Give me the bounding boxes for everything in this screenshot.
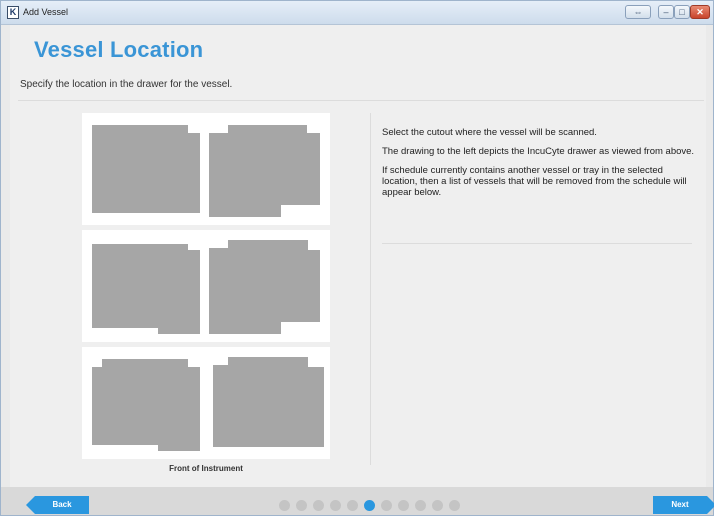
back-button[interactable]: Back <box>26 496 89 514</box>
divider <box>18 100 704 101</box>
cutout-2-left[interactable] <box>92 244 200 334</box>
close-icon[interactable]: ✕ <box>690 5 710 19</box>
next-button[interactable]: Next <box>653 496 714 514</box>
drawer-row-3 <box>82 347 330 459</box>
wizard-content: Vessel Location Specify the location in … <box>10 25 706 487</box>
step-dot-3 <box>313 500 324 511</box>
step-dot-10 <box>432 500 443 511</box>
restore-icon[interactable]: ⇔ <box>625 5 651 19</box>
step-dot-4 <box>330 500 341 511</box>
front-of-instrument-label: Front of Instrument <box>169 464 243 473</box>
maximize-icon[interactable]: □ <box>674 5 690 19</box>
cutout-3-left[interactable] <box>92 359 200 451</box>
page-title: Vessel Location <box>34 37 204 62</box>
instructions-panel: Select the cutout where the vessel will … <box>382 127 700 206</box>
window-title: Add Vessel <box>23 7 69 17</box>
divider <box>382 243 692 244</box>
step-dot-6 <box>364 500 375 511</box>
instruction-schedule: If schedule currently contains another v… <box>382 165 687 198</box>
drawer-row-2 <box>82 230 330 342</box>
step-dot-5 <box>347 500 358 511</box>
step-dot-9 <box>415 500 426 511</box>
drawer-row-1 <box>82 113 330 225</box>
app-icon: K <box>7 6 19 19</box>
instruction-select: Select the cutout where the vessel will … <box>382 127 597 138</box>
step-indicator <box>279 500 460 511</box>
instruction-drawing: The drawing to the left depicts the Incu… <box>382 146 695 157</box>
vertical-divider <box>370 113 371 465</box>
add-vessel-window: K Add Vessel ⇔ – □ ✕ Vessel Location Spe… <box>0 0 714 516</box>
title-bar: K Add Vessel ⇔ – □ ✕ <box>1 1 713 25</box>
step-dot-2 <box>296 500 307 511</box>
minimize-icon[interactable]: – <box>658 5 674 19</box>
page-subtitle: Specify the location in the drawer for t… <box>20 79 233 90</box>
step-dot-8 <box>398 500 409 511</box>
cutout-1-right[interactable] <box>209 125 320 217</box>
cutout-2-right[interactable] <box>209 240 320 334</box>
step-dot-11 <box>449 500 460 511</box>
cutout-1-left[interactable] <box>92 125 200 213</box>
step-dot-1 <box>279 500 290 511</box>
step-dot-7 <box>381 500 392 511</box>
cutout-3-right[interactable] <box>213 357 324 447</box>
